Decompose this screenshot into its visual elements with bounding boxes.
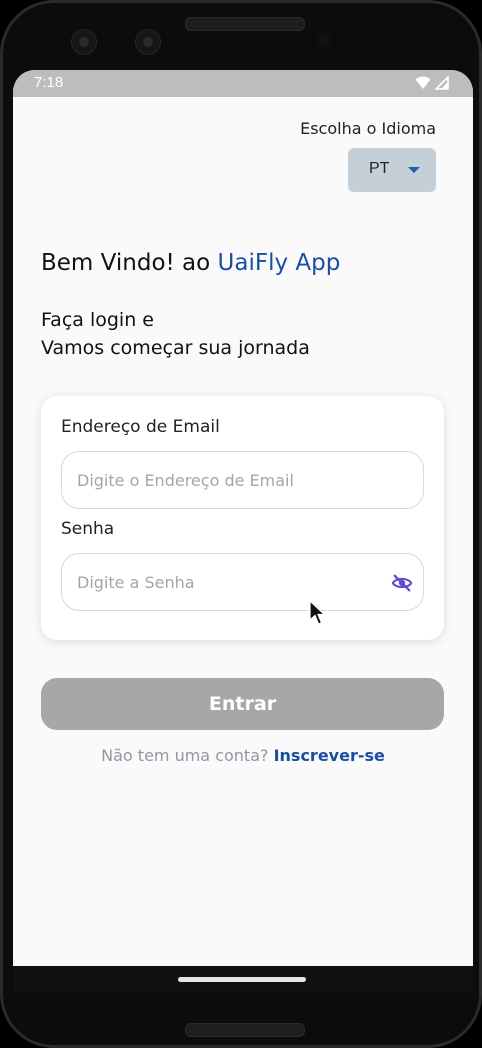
eye-off-icon[interactable] [391, 572, 413, 594]
language-dropdown[interactable]: PT [348, 148, 436, 192]
email-field-container [61, 451, 424, 509]
login-subtitle: Faça login e Vamos começar sua jornada [41, 306, 310, 362]
welcome-heading: Bem Vindo! ao UaiFly App [41, 250, 340, 276]
navigation-bar [13, 966, 473, 993]
signup-prompt: Não tem uma conta? [101, 746, 274, 765]
subtitle-line-1: Faça login e [41, 309, 154, 331]
mouse-cursor-icon [309, 600, 327, 625]
login-button[interactable]: Entrar [41, 678, 444, 730]
status-time: 7:18 [34, 74, 64, 91]
phone-frame: 7:18 Escolha o Idioma PT Bem Vindo! ao U… [0, 0, 482, 1048]
proximity-sensor [317, 33, 331, 47]
password-label: Senha [61, 519, 115, 539]
wifi-icon [415, 76, 431, 89]
email-input[interactable] [77, 452, 377, 508]
signup-link[interactable]: Inscrever-se [274, 746, 385, 765]
front-camera [71, 29, 97, 55]
status-bar: 7:18 [13, 70, 473, 97]
language-label: Escolha o Idioma [300, 119, 436, 138]
signup-row: Não tem uma conta? Inscrever-se [13, 746, 473, 765]
front-camera-secondary [135, 29, 161, 55]
brand-name: UaiFly App [217, 250, 341, 276]
email-label: Endereço de Email [61, 417, 220, 437]
welcome-prefix: Bem Vindo! ao [41, 250, 218, 276]
app-screen: 7:18 Escolha o Idioma PT Bem Vindo! ao U… [13, 70, 473, 993]
earpiece-speaker [185, 17, 305, 31]
login-card: Endereço de Email Senha [41, 396, 444, 640]
bottom-speaker [185, 1023, 305, 1037]
status-icons [415, 76, 449, 90]
signal-icon [435, 76, 449, 90]
home-gesture-bar[interactable] [178, 977, 306, 982]
subtitle-line-2: Vamos começar sua jornada [41, 337, 310, 359]
caret-down-icon [408, 167, 420, 173]
password-input[interactable] [77, 554, 377, 610]
password-field-container [61, 553, 424, 611]
language-selected-value: PT [369, 160, 390, 177]
